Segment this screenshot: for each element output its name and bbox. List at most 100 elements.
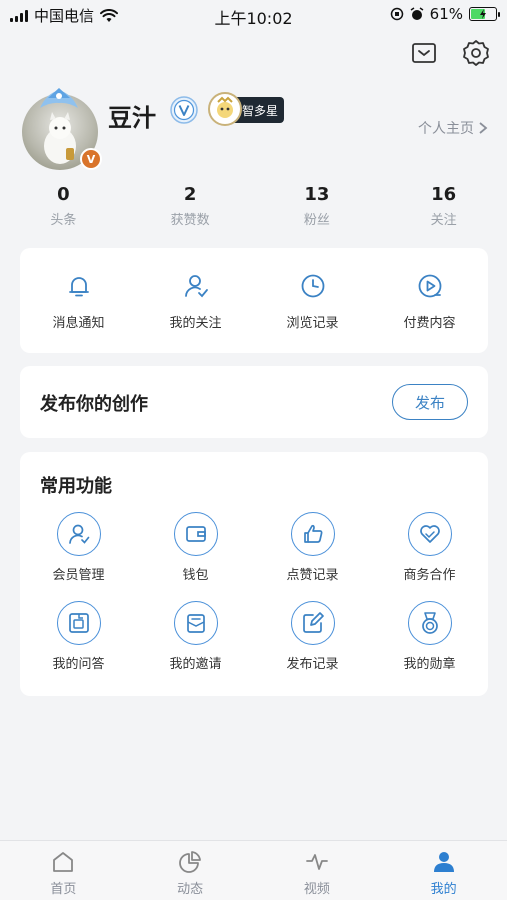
- func-icon-circle: [56, 601, 101, 645]
- func-icon-circle: [290, 512, 335, 556]
- bell-icon: [68, 277, 89, 297]
- func-icon-circle: [173, 601, 218, 645]
- status-right: 61%: [390, 5, 500, 23]
- stat-likes[interactable]: 2 获赞数: [127, 184, 254, 228]
- quick-history[interactable]: 浏览记录: [254, 248, 371, 353]
- title-badge-label: 智多星: [242, 103, 279, 118]
- verified-v-icon[interactable]: [170, 96, 198, 124]
- func-label: 我的邀请: [169, 657, 222, 672]
- top-actions: [409, 38, 491, 68]
- chevron-right-icon: [479, 122, 488, 134]
- home-icon: [53, 852, 74, 872]
- quick-label: 我的关注: [169, 316, 222, 331]
- func-label: 我的问答: [52, 657, 105, 672]
- tab-home[interactable]: 首页: [0, 841, 127, 900]
- qa-icon: [68, 613, 89, 633]
- func-publish-history[interactable]: 发布记录: [254, 601, 371, 672]
- member-icon: [68, 524, 89, 544]
- video-icon: [305, 854, 328, 870]
- pie-icon: [179, 851, 202, 873]
- func-icon-circle: [407, 601, 452, 645]
- func-icon-circle: [173, 512, 218, 556]
- func-label: 会员管理: [52, 568, 105, 583]
- handshake-heart-icon: [419, 525, 440, 543]
- stat-label: 获赞数: [170, 213, 210, 228]
- functions-title: 常用功能: [40, 476, 112, 497]
- user-icon: [433, 852, 454, 872]
- avatar-frame-icon: [40, 88, 78, 108]
- quick-label: 付费内容: [403, 316, 456, 331]
- status-bar: 中国电信 上午10:02 61%: [0, 0, 507, 30]
- func-icon-circle: [56, 512, 101, 556]
- func-wallet[interactable]: 钱包: [137, 512, 254, 583]
- clock-icon: [301, 274, 324, 298]
- bottom-tab-bar: 首页 动态 视频 我的: [0, 840, 507, 900]
- func-my-qa[interactable]: 我的问答: [20, 601, 137, 672]
- orientation-lock-icon: [390, 7, 403, 21]
- quick-actions-card: 消息通知 我的关注 浏览记录 付费内容: [20, 248, 488, 353]
- medal-avatar-icon: [208, 92, 242, 126]
- func-label: 我的勋章: [403, 657, 456, 672]
- stat-label: 粉丝: [303, 213, 330, 228]
- user-check-icon: [184, 275, 208, 298]
- publish-button[interactable]: 发布: [392, 384, 468, 420]
- publish-card: 发布你的创作 发布: [20, 366, 488, 438]
- stat-value: 0: [57, 184, 70, 205]
- common-functions-card: 常用功能 会员管理 钱包 点赞记录 商务合作 我的问答 我的邀请 发布记录 我的…: [20, 452, 488, 696]
- medal-icon: [421, 612, 438, 634]
- func-label: 发布记录: [286, 657, 339, 672]
- profile-stats: 0 头条 2 获赞数 13 粉丝 16 关注: [0, 184, 507, 228]
- thumbs-up-icon: [303, 524, 322, 543]
- stat-label: 头条: [50, 213, 77, 228]
- func-label: 商务合作: [403, 568, 456, 583]
- stat-value: 13: [304, 184, 330, 205]
- tab-label: 我的: [430, 882, 457, 897]
- wallet-icon: [185, 526, 206, 542]
- tab-label: 视频: [303, 882, 330, 897]
- func-business[interactable]: 商务合作: [371, 512, 488, 583]
- func-my-medals[interactable]: 我的勋章: [371, 601, 488, 672]
- tab-label: 动态: [177, 882, 204, 897]
- func-like-history[interactable]: 点赞记录: [254, 512, 371, 583]
- alarm-icon: [410, 7, 424, 20]
- home-link-label: 个人主页: [418, 121, 474, 137]
- charging-icon: [480, 9, 486, 19]
- functions-grid: 会员管理 钱包 点赞记录 商务合作 我的问答 我的邀请 发布记录 我的勋章: [20, 512, 488, 672]
- invite-icon: [186, 614, 205, 633]
- avatar[interactable]: V: [22, 88, 102, 170]
- edit-icon: [302, 612, 324, 633]
- stat-value: 2: [183, 184, 197, 205]
- func-icon-circle: [290, 601, 335, 645]
- quick-following[interactable]: 我的关注: [137, 248, 254, 353]
- quick-label: 浏览记录: [286, 316, 339, 331]
- tab-mine[interactable]: 我的: [380, 841, 507, 900]
- stat-headlines[interactable]: 0 头条: [0, 184, 127, 228]
- profile-header: V 豆汁 智多星 个人主页: [20, 86, 490, 176]
- quick-label: 消息通知: [52, 316, 105, 331]
- quick-paid-content[interactable]: 付费内容: [371, 248, 488, 353]
- func-label: 钱包: [182, 568, 209, 583]
- func-my-invites[interactable]: 我的邀请: [137, 601, 254, 672]
- func-icon-circle: [407, 512, 452, 556]
- settings-gear-icon[interactable]: [461, 38, 491, 68]
- stat-fans[interactable]: 13 粉丝: [254, 184, 381, 228]
- stat-label: 关注: [430, 213, 457, 228]
- scan-inbox-icon[interactable]: [409, 38, 439, 68]
- publish-title: 发布你的创作: [40, 394, 148, 415]
- personal-homepage-link[interactable]: 个人主页: [418, 118, 488, 138]
- play-circle-icon: [418, 274, 441, 298]
- stat-following[interactable]: 16 关注: [380, 184, 507, 228]
- tab-feed[interactable]: 动态: [127, 841, 254, 900]
- username: 豆汁: [108, 104, 156, 132]
- stat-value: 16: [431, 184, 457, 205]
- tab-video[interactable]: 视频: [254, 841, 381, 900]
- tab-label: 首页: [50, 882, 77, 897]
- func-member-management[interactable]: 会员管理: [20, 512, 137, 583]
- battery-icon: [469, 7, 500, 21]
- avatar-verified-badge: V: [80, 148, 102, 170]
- quick-notifications[interactable]: 消息通知: [20, 248, 137, 353]
- func-label: 点赞记录: [286, 568, 339, 583]
- battery-percent: 61%: [429, 5, 463, 23]
- title-badge[interactable]: 智多星: [208, 92, 284, 126]
- avatar-cat-image: [44, 112, 76, 164]
